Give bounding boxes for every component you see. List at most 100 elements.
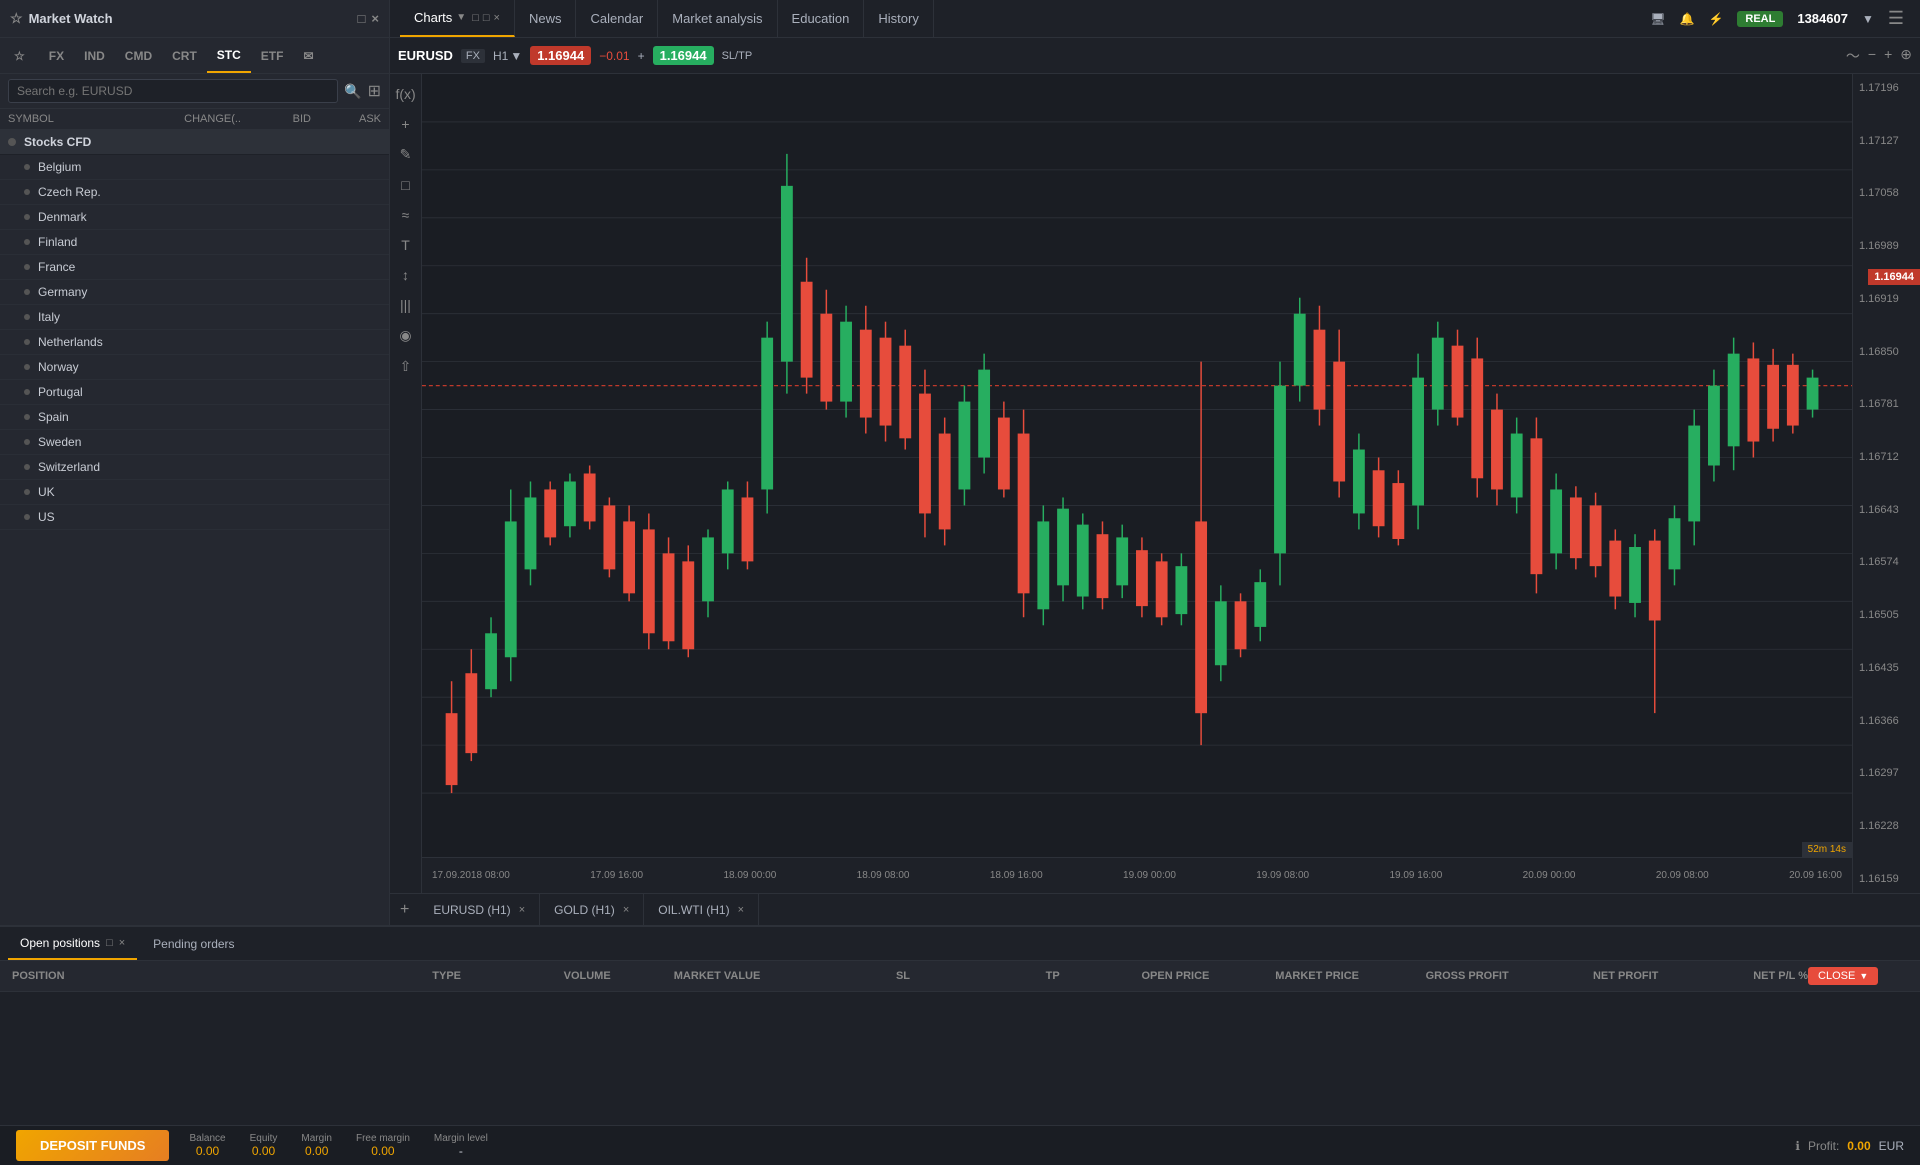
open-positions-tab[interactable]: Open positions □ × [8,927,137,960]
candle-pattern-icon[interactable]: ||| [392,293,420,317]
tab-history[interactable]: History [864,0,933,37]
list-item[interactable]: Switzerland [0,455,389,480]
account-dropdown-icon[interactable]: ▼ [1862,12,1874,26]
chart-tab-icons: □ □ × [472,12,500,24]
search-icon[interactable]: 🔍 [344,83,361,100]
sidebar-tab-cmd[interactable]: CMD [115,38,162,73]
list-item[interactable]: Czech Rep. [0,180,389,205]
sltp-label: SL/TP [722,50,753,62]
chart-icon-2[interactable]: □ [483,12,490,24]
chart-tab-eurusd[interactable]: EURUSD (H1) × [419,894,540,925]
list-item[interactable]: Norway [0,355,389,380]
grid-view-icon[interactable]: ⊞ [368,81,381,101]
tab-charts[interactable]: Charts ▼ □ □ × [400,0,515,37]
header-position: POSITION [12,970,311,982]
wave-icon[interactable]: 〜 [1846,46,1860,66]
equity-label: Equity [250,1133,278,1144]
symbol-search-input[interactable] [8,79,338,103]
timeframe-selector[interactable]: H1 ▼ [493,49,522,63]
stat-margin: Margin 0.00 [301,1133,332,1158]
list-item[interactable]: Denmark [0,205,389,230]
header-change: CHANGE(.. [161,113,241,125]
profit-currency: EUR [1879,1139,1904,1153]
plus-settings-icon[interactable]: ⊕ [1900,46,1912,66]
time-label: 19.09 00:00 [1123,870,1176,881]
zoom-out-icon[interactable]: − [1868,46,1876,66]
time-label: 18.09 16:00 [990,870,1043,881]
list-item[interactable]: Germany [0,280,389,305]
zoom-in-icon[interactable]: + [1884,46,1892,66]
list-item[interactable]: Portugal [0,380,389,405]
dot-icon [24,314,30,320]
margin-label: Margin [301,1133,332,1144]
close-dropdown-icon[interactable]: ▼ [1859,971,1868,981]
price-scale: 1.17196 1.17127 1.17058 1.16989 1.16919 … [1852,74,1920,893]
list-item[interactable]: Belgium [0,155,389,180]
dot-icon [24,164,30,170]
chart-tab-gold[interactable]: GOLD (H1) × [540,894,644,925]
list-item[interactable]: Sweden [0,430,389,455]
deposit-funds-button[interactable]: DEPOSIT FUNDS [16,1130,169,1161]
market-watch-close[interactable]: × [371,11,379,26]
stocks-cfd-group-header[interactable]: Stocks CFD [0,130,389,155]
chart-toolbar: EURUSD FX H1 ▼ 1.16944 −0.01 + 1.16944 S… [390,38,1920,74]
price-level: 1.17196 [1859,82,1914,94]
close-eurusd-tab-icon[interactable]: × [519,904,525,916]
layers-icon[interactable]: ◉ [392,323,420,348]
close-oilwti-tab-icon[interactable]: × [738,904,744,916]
chart-tab-oilwti[interactable]: OIL.WTI (H1) × [644,894,759,925]
list-item[interactable]: UK [0,480,389,505]
fibonnaci-tool-icon[interactable]: ≈ [392,203,420,227]
profit-value: 0.00 [1847,1139,1870,1153]
stat-equity: Equity 0.00 [250,1133,278,1158]
dot-icon [24,464,30,470]
profit-display: ℹ Profit: 0.00 EUR [1795,1139,1904,1153]
dot-icon [24,414,30,420]
main-nav-tabs: Charts ▼ □ □ × News Calendar Market anal… [390,0,1634,37]
chart-canvas: f(x) + ✎ □ ≈ T ↕ ||| ◉ ⇧ [390,74,1920,893]
close-all-button[interactable]: CLOSE ▼ [1808,967,1878,985]
plus-tool-icon[interactable]: + [392,112,420,136]
plus-sign: + [638,49,645,63]
rectangle-tool-icon[interactable]: □ [392,173,420,197]
price-level: 1.16919 [1859,293,1914,305]
header-sl: SL [760,970,910,982]
list-item[interactable]: Spain [0,405,389,430]
indicator-tool-icon[interactable]: f(x) [392,82,420,106]
chart-icon-1[interactable]: □ [472,12,479,24]
list-item[interactable]: Netherlands [0,330,389,355]
share-icon[interactable]: ⇧ [392,354,420,379]
dot-icon [24,514,30,520]
text-tool-icon[interactable]: T [392,233,420,257]
time-label: 20.09 00:00 [1523,870,1576,881]
bell-icon[interactable]: 🔔 [1679,12,1694,26]
pending-orders-tab[interactable]: Pending orders [141,927,246,960]
sidebar-tab-stc[interactable]: STC [207,38,251,73]
price-level: 1.16574 [1859,556,1914,568]
tab-market-analysis[interactable]: Market analysis [658,0,777,37]
close-gold-tab-icon[interactable]: × [623,904,629,916]
list-item[interactable]: Finland [0,230,389,255]
list-item[interactable]: Italy [0,305,389,330]
open-positions-minimize[interactable]: □ [106,937,113,949]
star-icon[interactable]: ☆ [10,10,23,27]
tab-education[interactable]: Education [778,0,865,37]
open-positions-close[interactable]: × [119,937,125,949]
sidebar-tab-etf[interactable]: ETF [251,38,294,73]
sidebar-tab-star[interactable]: ☆ [4,38,35,73]
sidebar-tab-fx[interactable]: FX [39,38,74,73]
list-item[interactable]: France [0,255,389,280]
sidebar-tab-mail[interactable]: ✉ [293,38,323,73]
sidebar-tab-ind[interactable]: IND [74,38,115,73]
sidebar-tab-crt[interactable]: CRT [162,38,207,73]
tab-calendar[interactable]: Calendar [576,0,658,37]
add-chart-tab-button[interactable]: + [390,901,419,919]
market-watch-minimize[interactable]: □ [358,11,366,26]
tab-news[interactable]: News [515,0,577,37]
measure-tool-icon[interactable]: ↕ [392,263,420,287]
hamburger-menu-icon[interactable]: ☰ [1888,8,1904,29]
pencil-tool-icon[interactable]: ✎ [392,142,420,167]
header-tp: TP [910,970,1060,982]
list-item[interactable]: US [0,505,389,530]
chart-close-icon[interactable]: × [494,12,500,24]
